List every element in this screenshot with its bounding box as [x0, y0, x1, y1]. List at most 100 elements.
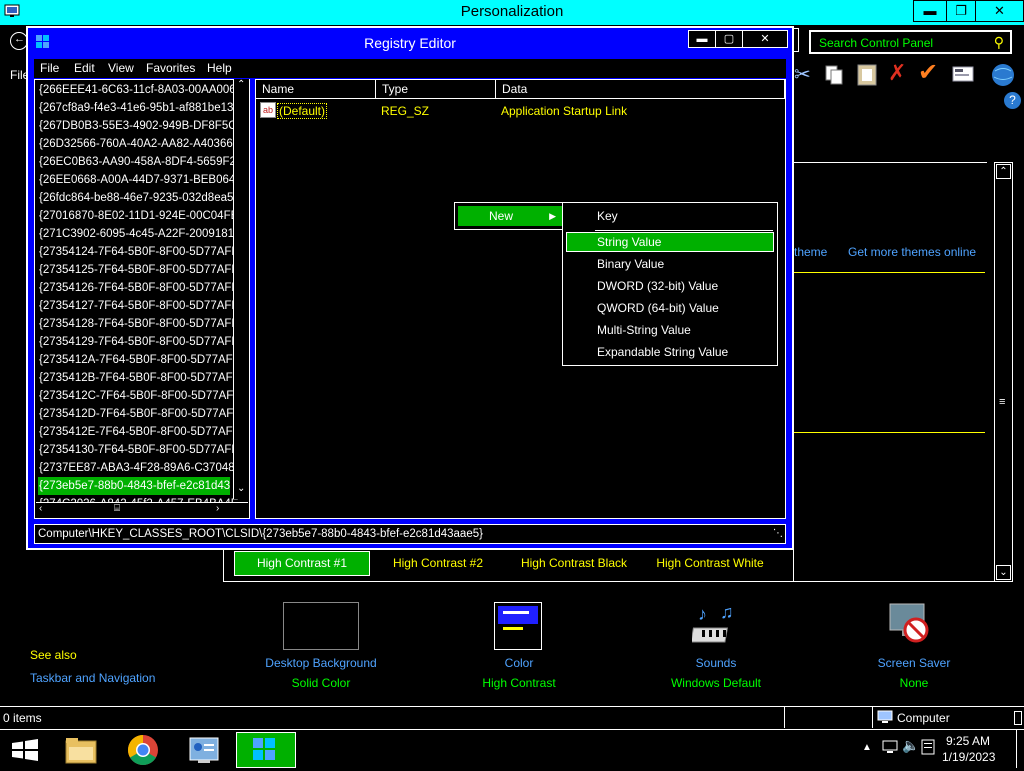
- resize-grip-icon[interactable]: ⋱: [773, 528, 783, 539]
- tree-horizontal-scrollbar[interactable]: ‹ ⌸ ›: [36, 502, 248, 518]
- submenu-multi-string-value[interactable]: Multi-String Value: [566, 320, 774, 340]
- tree-item[interactable]: {267DB0B3-55E3-4902-949B-DF8F5CE: [39, 117, 244, 135]
- file-explorer-button[interactable]: [52, 732, 112, 768]
- chevron-right-icon[interactable]: ›: [216, 503, 219, 514]
- theme-high-contrast-black[interactable]: High Contrast Black: [508, 551, 640, 576]
- tree-item[interactable]: {2735412B-7F64-5B0F-8F00-5D77AFB: [39, 369, 240, 387]
- network-icon[interactable]: [882, 739, 898, 758]
- theme-high-contrast-1[interactable]: High Contrast #1: [234, 551, 370, 576]
- resize-grip-icon[interactable]: [1014, 711, 1022, 725]
- search-input[interactable]: Search Control Panel ⚲: [809, 30, 1012, 54]
- submenu-key[interactable]: Key: [566, 206, 774, 226]
- submenu-qword-value[interactable]: QWORD (64-bit) Value: [566, 298, 774, 318]
- regedit-close-button[interactable]: ✕: [742, 30, 788, 48]
- tree-item[interactable]: {2735412A-7F64-5B0F-8F00-5D77AFB: [39, 351, 240, 369]
- computer-icon: [877, 710, 893, 727]
- value-row[interactable]: ab (Default) REG_SZ Application Startup …: [260, 102, 780, 120]
- help-icon[interactable]: ?: [1004, 92, 1021, 109]
- regedit-minimize-button[interactable]: ▬: [688, 30, 716, 48]
- start-button[interactable]: [0, 732, 60, 768]
- restore-button[interactable]: ❐: [946, 0, 976, 22]
- theme-high-contrast-2[interactable]: High Contrast #2: [378, 551, 498, 576]
- column-header-data[interactable]: Data: [496, 80, 785, 99]
- tree-item[interactable]: {267cf8a9-f4e3-41e6-95b1-af881be13: [39, 99, 233, 117]
- tree-item[interactable]: {27354130-7F64-5B0F-8F00-5D77AFB: [39, 441, 239, 459]
- tree-item[interactable]: {2735412E-7F64-5B0F-8F00-5D77AFB: [39, 423, 240, 441]
- copy-icon[interactable]: [824, 64, 844, 89]
- tree-item[interactable]: {27354124-7F64-5B0F-8F00-5D77AFB: [39, 243, 239, 261]
- get-more-themes-link[interactable]: Get more themes online: [848, 245, 976, 259]
- tree-item[interactable]: {26EE0668-A00A-44D7-9371-BEB064C: [39, 171, 244, 189]
- paste-icon[interactable]: [856, 62, 878, 89]
- color-label: Color: [504, 656, 534, 670]
- tree-item[interactable]: {27354127-7F64-5B0F-8F00-5D77AFB: [39, 297, 239, 315]
- tree-item[interactable]: {266EEE41-6C63-11cf-8A03-00AA006: [39, 81, 236, 99]
- status-divider: [872, 707, 873, 728]
- submenu-dword-value[interactable]: DWORD (32-bit) Value: [566, 276, 774, 296]
- registry-key-tree[interactable]: {266EEE41-6C63-11cf-8A03-00AA006 {267cf8a…: [34, 79, 250, 519]
- theme-high-contrast-white[interactable]: High Contrast White: [646, 551, 774, 576]
- registry-editor-taskbar-button[interactable]: [236, 732, 296, 768]
- cut-icon[interactable]: ✂: [794, 62, 811, 87]
- theme-divider-bottom: [794, 432, 985, 433]
- tree-item[interactable]: {2737EE87-ABA3-4F28-89A6-C370484: [39, 459, 241, 477]
- show-desktop-button[interactable]: [1016, 730, 1024, 768]
- clock-time[interactable]: 9:25 AM: [946, 734, 990, 748]
- screen-saver-icon[interactable]: [888, 600, 938, 650]
- theme-link[interactable]: theme: [794, 245, 827, 259]
- checkmark-icon[interactable]: ✔: [918, 58, 938, 87]
- desktop-background-item[interactable]: Desktop Background Solid Color: [246, 656, 396, 690]
- menu-file[interactable]: File: [40, 61, 59, 75]
- chevron-left-icon[interactable]: ‹: [39, 503, 42, 514]
- submenu-string-value[interactable]: String Value: [566, 232, 774, 252]
- minimize-button[interactable]: ▬: [913, 0, 947, 22]
- tree-item[interactable]: {26D32566-760A-40A2-AA82-A40366: [39, 135, 233, 153]
- scroll-down-button[interactable]: ⌄: [996, 565, 1011, 580]
- tree-item[interactable]: {27354125-7F64-5B0F-8F00-5D77AFB: [39, 261, 239, 279]
- submenu-expandable-string-value[interactable]: Expandable String Value: [566, 342, 774, 362]
- content-scrollbar[interactable]: ⌃ ≡ ⌄: [994, 162, 1013, 582]
- chevron-down-icon[interactable]: ⌄: [237, 483, 245, 494]
- menu-favorites[interactable]: Favorites: [146, 61, 195, 75]
- taskbar-navigation-link[interactable]: Taskbar and Navigation: [30, 671, 155, 685]
- tree-vertical-scrollbar[interactable]: ⌃ ⌄: [233, 79, 249, 499]
- search-icon[interactable]: ⚲: [994, 34, 1004, 51]
- column-header-name[interactable]: Name: [256, 80, 376, 99]
- tree-item[interactable]: {2735412D-7F64-5B0F-8F00-5D77AFB: [39, 405, 241, 423]
- language-icon[interactable]: [921, 739, 935, 758]
- globe-icon[interactable]: [990, 62, 1016, 91]
- tree-item[interactable]: {2735412C-7F64-5B0F-8F00-5D77AFB: [39, 387, 241, 405]
- control-panel-button[interactable]: [174, 732, 234, 768]
- clock-date[interactable]: 1/19/2023: [942, 750, 995, 764]
- chevron-up-icon[interactable]: ⌃: [237, 79, 245, 90]
- delete-icon[interactable]: ✗: [888, 60, 906, 86]
- column-header-type[interactable]: Type: [376, 80, 496, 99]
- tree-item[interactable]: {27354128-7F64-5B0F-8F00-5D77AFB: [39, 315, 239, 333]
- volume-icon[interactable]: 🔈: [902, 737, 919, 754]
- color-preview-icon[interactable]: [494, 602, 542, 650]
- tree-item[interactable]: {27354126-7F64-5B0F-8F00-5D77AFB: [39, 279, 239, 297]
- submenu-binary-value[interactable]: Binary Value: [566, 254, 774, 274]
- color-item[interactable]: Color High Contrast: [444, 656, 594, 690]
- chrome-button[interactable]: [113, 732, 173, 768]
- tree-item[interactable]: {27354129-7F64-5B0F-8F00-5D77AFB: [39, 333, 239, 351]
- tree-item[interactable]: {271C3902-6095-4c45-A22F-2009181: [39, 225, 234, 243]
- tree-item-selected[interactable]: {273eb5e7-88b0-4843-bfef-e2c81d43: [38, 477, 231, 495]
- desktop-background-preview-icon[interactable]: [283, 602, 359, 650]
- context-menu-new[interactable]: New ▶: [458, 206, 562, 226]
- sounds-icon[interactable]: ♪ ♫: [690, 602, 740, 650]
- menu-help[interactable]: Help: [207, 61, 232, 75]
- tree-item[interactable]: {26fdc864-be88-46e7-9235-032d8ea5: [39, 189, 233, 207]
- menu-edit[interactable]: Edit: [74, 61, 95, 75]
- screen-saver-item[interactable]: Screen Saver None: [839, 656, 989, 690]
- close-button[interactable]: ✕: [975, 0, 1024, 22]
- regedit-maximize-button[interactable]: ▢: [715, 30, 743, 48]
- tree-item[interactable]: {27016870-8E02-11D1-924E-00C04FBI: [39, 207, 241, 225]
- menu-view[interactable]: View: [108, 61, 134, 75]
- tree-item[interactable]: {26EC0B63-AA90-458A-8DF4-5659F2: [39, 153, 236, 171]
- show-hidden-icons-icon[interactable]: ▲: [862, 742, 872, 753]
- sounds-item[interactable]: Sounds Windows Default: [641, 656, 791, 690]
- properties-icon[interactable]: [952, 66, 974, 85]
- scroll-up-button[interactable]: ⌃: [996, 164, 1011, 179]
- windows-logo-icon: [12, 739, 38, 761]
